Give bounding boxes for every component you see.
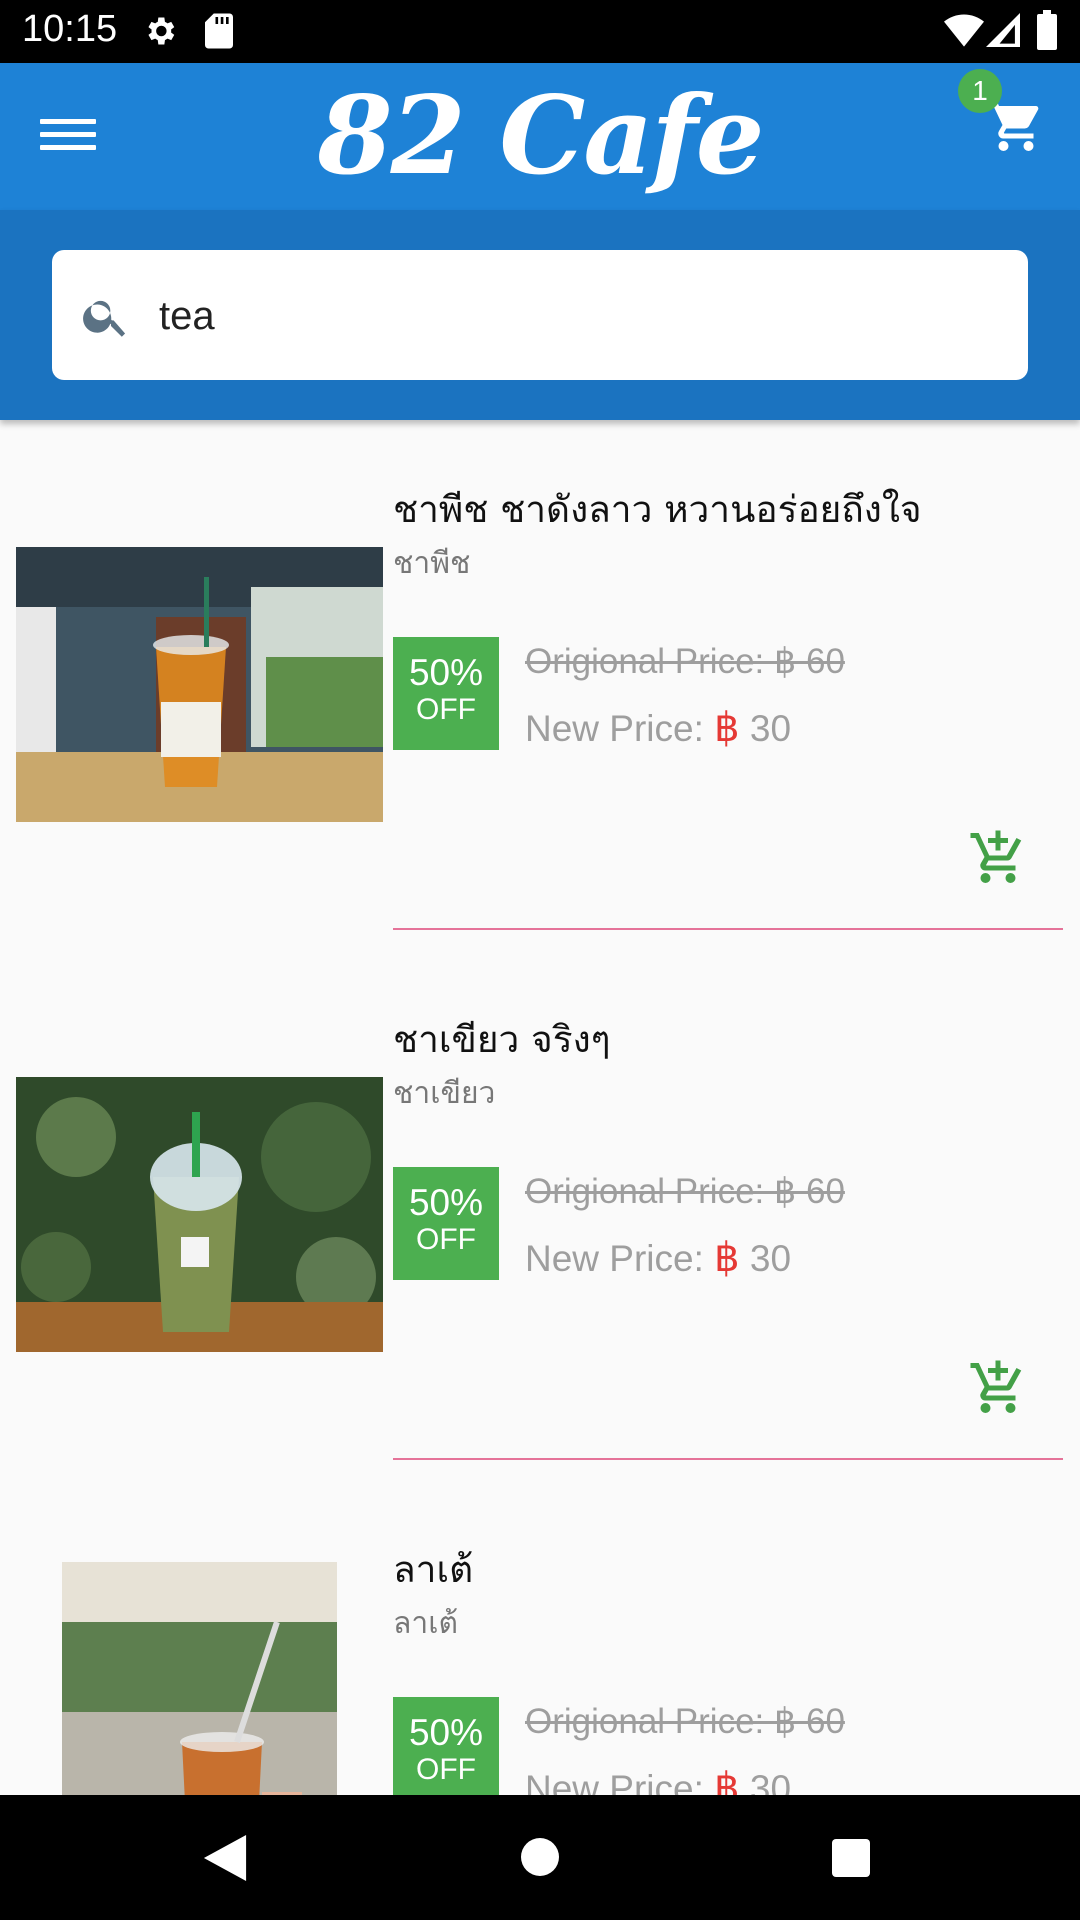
product-name: ชาเขียว จริงๆ	[393, 1018, 611, 1061]
add-shopping-cart-icon	[970, 830, 1022, 883]
discount-off-label: OFF	[416, 1753, 476, 1786]
product-item[interactable]: ชาเขียว จริงๆ ชาเขียว 50% OFF Origional …	[0, 950, 1080, 1480]
original-price: Origional Price: ฿ 60	[525, 1702, 845, 1741]
wifi-icon	[944, 14, 984, 47]
product-category: ชาพีช	[393, 546, 471, 581]
new-price-label: New Price:	[525, 1768, 715, 1795]
currency-symbol: ฿	[714, 706, 740, 750]
new-price-label: New Price:	[525, 1238, 715, 1279]
discount-badge: 50% OFF	[393, 1697, 499, 1795]
add-to-cart-button[interactable]	[968, 828, 1028, 888]
product-list: ชาพีช ชาดังลาว หวานอร่อยถึงใจ ชาพีช 50% …	[0, 420, 1080, 1795]
new-price: New Price: ฿ 30	[525, 1765, 791, 1795]
product-item[interactable]: ลาเต้ ลาเต้ 50% OFF Origional Price: ฿ 6…	[0, 1480, 1080, 1795]
discount-badge: 50% OFF	[393, 637, 499, 750]
search-section	[0, 210, 1080, 420]
settings-gear-icon	[148, 17, 175, 45]
original-price: Origional Price: ฿ 60	[525, 1172, 845, 1211]
cell-signal-icon	[986, 13, 1020, 47]
discount-off-label: OFF	[416, 693, 476, 726]
status-time: 10:15	[22, 8, 118, 50]
discount-percent: 50%	[408, 652, 484, 693]
battery-icon	[1037, 10, 1057, 50]
search-icon	[83, 300, 126, 337]
discount-percent: 50%	[408, 1182, 484, 1223]
currency-symbol: ฿	[714, 1236, 740, 1280]
new-price-value: 30	[739, 708, 792, 749]
currency-symbol: ฿	[714, 1766, 740, 1795]
new-price: New Price: ฿ 30	[525, 705, 791, 751]
product-category: ชาเขียว	[393, 1076, 496, 1111]
new-price-value: 30	[739, 1238, 792, 1279]
app-bar: 82 Cafe 1	[0, 63, 1080, 210]
back-triangle-icon[interactable]	[203, 1835, 247, 1881]
menu-button[interactable]	[40, 111, 96, 161]
add-shopping-cart-icon	[970, 1360, 1022, 1413]
sd-card-icon	[205, 13, 233, 49]
discount-percent: 50%	[408, 1712, 484, 1753]
product-image	[16, 1077, 383, 1352]
add-to-cart-button[interactable]	[968, 1358, 1028, 1418]
new-price: New Price: ฿ 30	[525, 1235, 791, 1281]
discount-badge: 50% OFF	[393, 1167, 499, 1280]
item-divider	[393, 928, 1063, 930]
new-price-value: 30	[739, 1768, 792, 1795]
product-name: ลาเต้	[393, 1548, 474, 1591]
product-item[interactable]: ชาพีช ชาดังลาว หวานอร่อยถึงใจ ชาพีช 50% …	[0, 420, 1080, 950]
product-category: ลาเต้	[393, 1606, 458, 1641]
recent-apps-square-icon[interactable]	[832, 1839, 870, 1877]
cart-count-badge: 1	[958, 69, 1002, 113]
app-logo-title: 82 Cafe	[317, 73, 765, 199]
status-bar: 10:15	[0, 0, 1080, 63]
product-name: ชาพีช ชาดังลาว หวานอร่อยถึงใจ	[393, 488, 922, 531]
home-circle-icon[interactable]	[521, 1838, 559, 1876]
search-input[interactable]	[157, 276, 1001, 356]
system-navigation-bar	[0, 1795, 1080, 1920]
discount-off-label: OFF	[416, 1223, 476, 1256]
search-box[interactable]	[52, 250, 1028, 380]
product-image	[16, 547, 383, 822]
hamburger-menu-icon	[40, 119, 96, 150]
original-price: Origional Price: ฿ 60	[525, 642, 845, 681]
new-price-label: New Price:	[525, 708, 715, 749]
item-divider	[393, 1458, 1063, 1460]
product-image	[62, 1562, 337, 1795]
